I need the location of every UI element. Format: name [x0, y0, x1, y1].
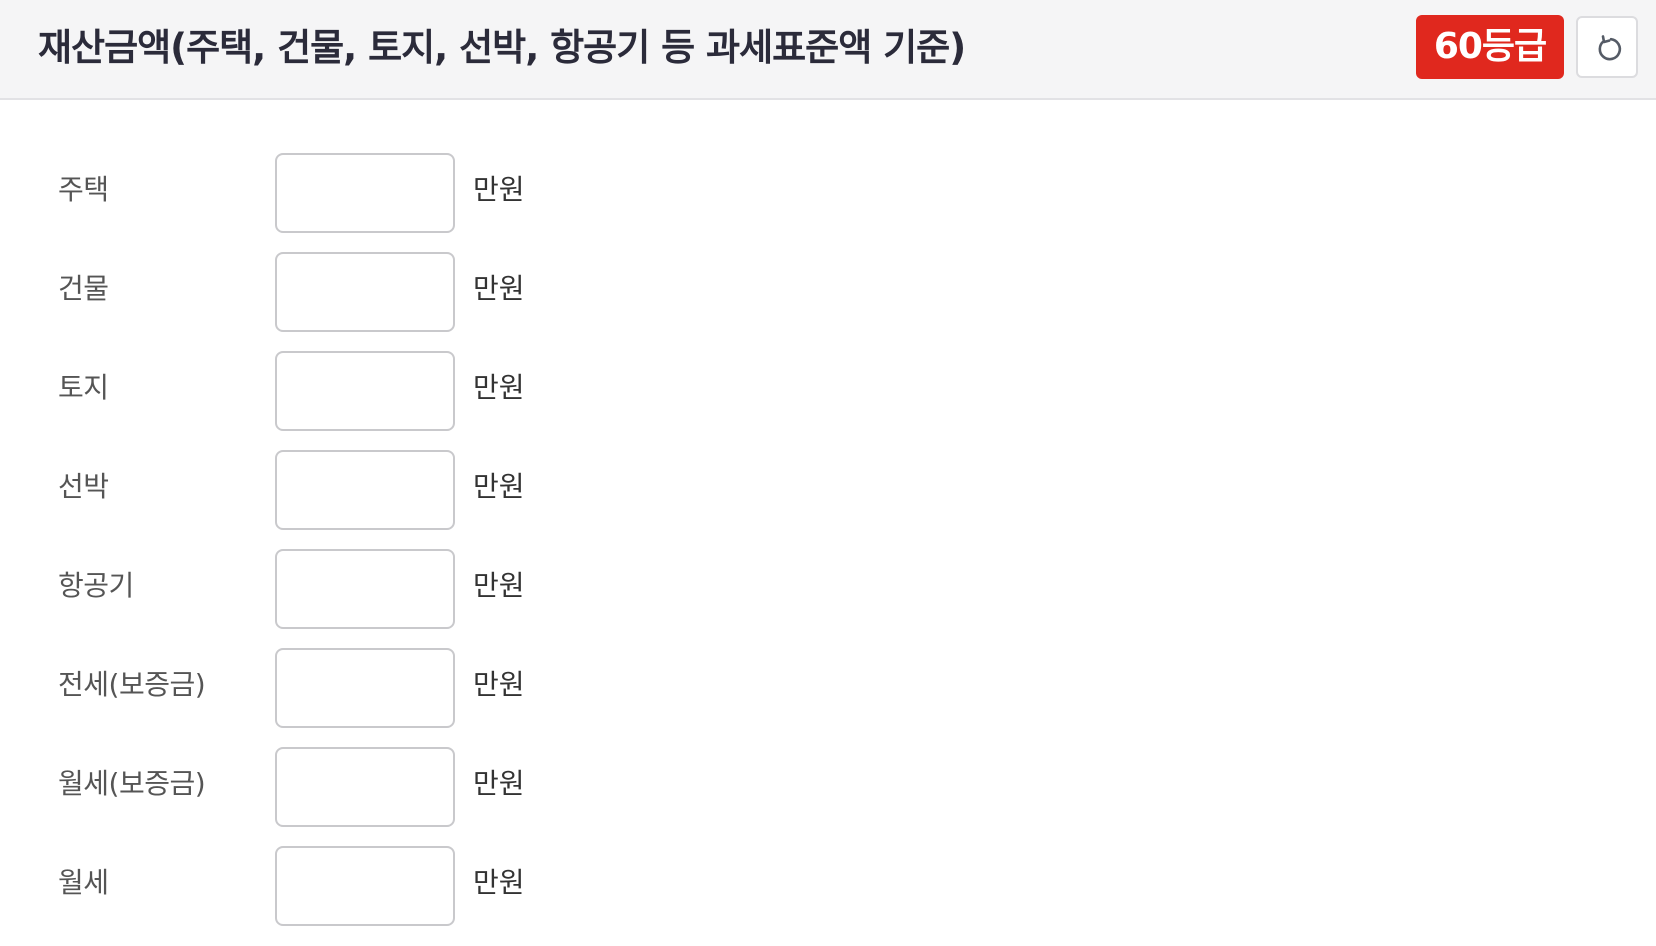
unit-label: 만원	[473, 866, 525, 899]
form-row-jeonse-deposit: 전세(보증금) 만원	[0, 645, 1656, 744]
reset-button[interactable]	[1576, 16, 1638, 78]
field-label: 항공기	[58, 569, 134, 602]
unit-label: 만원	[473, 173, 525, 206]
form-row-building: 건물 만원	[0, 249, 1656, 348]
unit-label: 만원	[473, 371, 525, 404]
form-row-monthly-deposit: 월세(보증금) 만원	[0, 744, 1656, 843]
unit-label: 만원	[473, 767, 525, 800]
form-row-ship: 선박 만원	[0, 447, 1656, 546]
page-header: 재산금액(주택, 건물, 토지, 선박, 항공기 등 과세표준액 기준) 60등…	[0, 0, 1656, 100]
asset-form: 주택 만원 건물 만원 토지 만원 선박 만원 항공기 만원 전세(보증금) 만…	[0, 150, 1656, 942]
field-label: 토지	[58, 371, 109, 404]
field-label: 전세(보증금)	[58, 668, 206, 701]
form-row-land: 토지 만원	[0, 348, 1656, 447]
field-label: 건물	[58, 272, 109, 305]
unit-label: 만원	[473, 668, 525, 701]
land-amount-input[interactable]	[275, 351, 455, 431]
page-title: 재산금액(주택, 건물, 토지, 선박, 항공기 등 과세표준액 기준)	[38, 26, 966, 69]
ship-amount-input[interactable]	[275, 450, 455, 530]
building-amount-input[interactable]	[275, 252, 455, 332]
field-label: 주택	[58, 173, 109, 206]
form-row-monthly-rent: 월세 만원	[0, 843, 1656, 942]
unit-label: 만원	[473, 272, 525, 305]
unit-label: 만원	[473, 470, 525, 503]
form-row-house: 주택 만원	[0, 150, 1656, 249]
field-label: 월세	[58, 866, 109, 899]
field-label: 선박	[58, 470, 109, 503]
house-amount-input[interactable]	[275, 153, 455, 233]
grade-badge: 60등급	[1416, 15, 1564, 79]
unit-label: 만원	[473, 569, 525, 602]
monthly-rent-deposit-input[interactable]	[275, 747, 455, 827]
monthly-rent-input[interactable]	[275, 846, 455, 926]
refresh-icon	[1598, 35, 1622, 61]
jeonse-deposit-input[interactable]	[275, 648, 455, 728]
aircraft-amount-input[interactable]	[275, 549, 455, 629]
form-row-aircraft: 항공기 만원	[0, 546, 1656, 645]
field-label: 월세(보증금)	[58, 767, 206, 800]
